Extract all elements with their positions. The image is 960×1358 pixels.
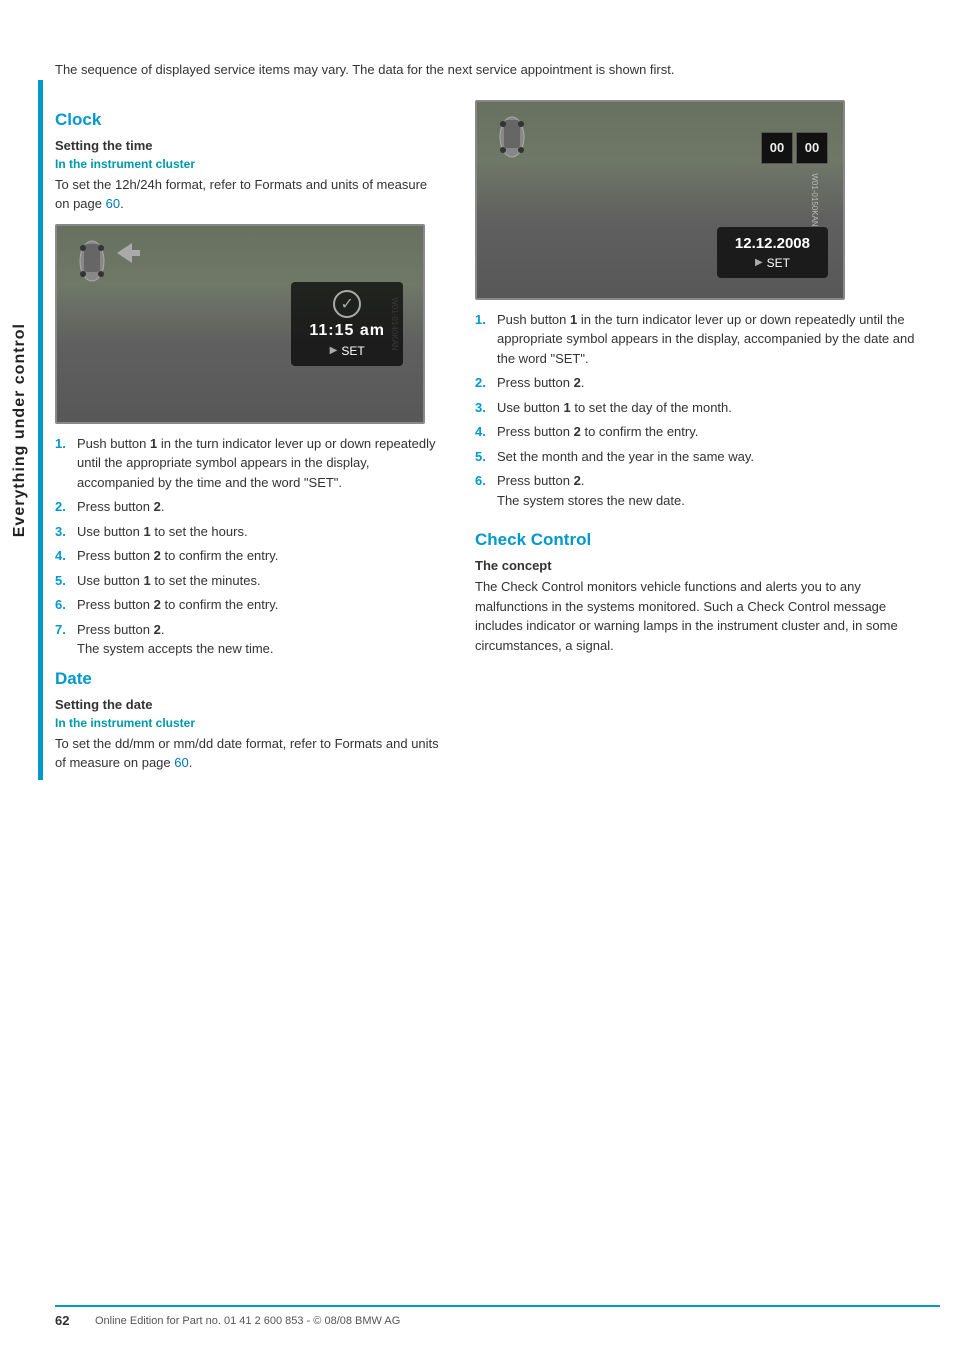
image-watermark-right: W01-0150KAN xyxy=(810,173,819,226)
check-control-section: Check Control The concept The Check Cont… xyxy=(475,530,935,655)
date-sub-sub-heading: In the instrument cluster xyxy=(55,716,445,730)
date-step-6: 6. Press button 2.The system stores the … xyxy=(475,471,935,510)
clock-step-4: 4. Press button 2 to confirm the entry. xyxy=(55,546,445,566)
side-label: Everything under control xyxy=(0,80,40,780)
clock-section: Clock Setting the time In the instrument… xyxy=(55,110,445,659)
turn-indicator-icon xyxy=(112,238,142,268)
date-step-2: 2. Press button 2. xyxy=(475,373,935,393)
col-left: Clock Setting the time In the instrument… xyxy=(55,100,445,781)
col-right: 00 00 12.12.2008 ▶ SET W01- xyxy=(475,100,935,781)
date-step-5: 5. Set the month and the year in the sam… xyxy=(475,447,935,467)
date-sub-heading: Setting the date xyxy=(55,697,445,712)
date-heading: Date xyxy=(55,669,445,689)
clock-heading: Clock xyxy=(55,110,445,130)
clock-instrument-image: ✓ 11:15 am ▶ SET W01-0140KAN xyxy=(55,224,425,424)
date-page-link[interactable]: 60 xyxy=(174,755,188,770)
blue-bar xyxy=(38,80,43,780)
car-top-icon-right xyxy=(492,112,532,162)
clock-body-text: To set the 12h/24h format, refer to Form… xyxy=(55,175,445,214)
main-content: The sequence of displayed service items … xyxy=(55,60,935,781)
check-control-heading: Check Control xyxy=(475,530,935,550)
side-label-text: Everything under control xyxy=(11,323,29,537)
date-steps-list: 1. Push button 1 in the turn indicator l… xyxy=(475,310,935,511)
date-section: Date Setting the date In the instrument … xyxy=(55,669,445,773)
page-footer: 62 Online Edition for Part no. 01 41 2 6… xyxy=(55,1305,940,1328)
clock-sub-heading: Setting the time xyxy=(55,138,445,153)
date-step-1: 1. Push button 1 in the turn indicator l… xyxy=(475,310,935,369)
page-number: 62 xyxy=(55,1313,85,1328)
intro-text: The sequence of displayed service items … xyxy=(55,60,935,80)
car-top-icon xyxy=(72,236,112,286)
cluster-set-display: ▶ SET xyxy=(309,344,385,358)
cluster-time-display: 11:15 am xyxy=(309,322,385,340)
footer-note: Online Edition for Part no. 01 41 2 600 … xyxy=(95,1315,400,1327)
clock-step-3: 3. Use button 1 to set the hours. xyxy=(55,522,445,542)
cluster-date-display: 12.12.2008 xyxy=(735,235,810,252)
check-control-sub-heading: The concept xyxy=(475,558,935,573)
clock-sub-sub-heading: In the instrument cluster xyxy=(55,157,445,171)
clock-step-1: 1. Push button 1 in the turn indicator l… xyxy=(55,434,445,493)
clock-step-5: 5. Use button 1 to set the minutes. xyxy=(55,571,445,591)
clock-steps-list: 1. Push button 1 in the turn indicator l… xyxy=(55,434,445,659)
clock-step-7: 7. Press button 2.The system accepts the… xyxy=(55,620,445,659)
date-body-text: To set the dd/mm or mm/dd date format, r… xyxy=(55,734,445,773)
clock-step-2: 2. Press button 2. xyxy=(55,497,445,517)
date-step-4: 4. Press button 2 to confirm the entry. xyxy=(475,422,935,442)
page-container: Everything under control The sequence of… xyxy=(0,0,960,1358)
check-control-body: The Check Control monitors vehicle funct… xyxy=(475,577,935,655)
two-col-layout: Clock Setting the time In the instrument… xyxy=(55,100,935,781)
cluster-date-set-display: ▶ SET xyxy=(735,256,810,270)
date-step-3: 3. Use button 1 to set the day of the mo… xyxy=(475,398,935,418)
clock-step-6: 6. Press button 2 to confirm the entry. xyxy=(55,595,445,615)
clock-page-link[interactable]: 60 xyxy=(106,196,120,211)
date-instrument-image: 00 00 12.12.2008 ▶ SET W01- xyxy=(475,100,845,300)
